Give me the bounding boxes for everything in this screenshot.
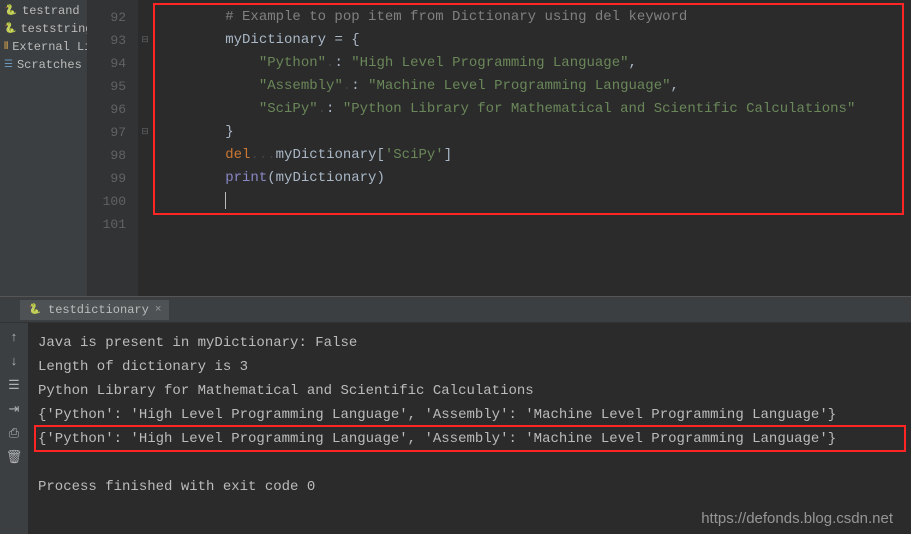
project-item-label: teststring bbox=[20, 22, 88, 36]
code-line[interactable]: # Example to pop item from Dictionary us… bbox=[158, 6, 911, 29]
fold-marker[interactable]: ⊟ bbox=[138, 121, 152, 144]
line-number: 100 bbox=[88, 190, 138, 213]
project-file-testrand[interactable]: 🐍 testrand bbox=[0, 2, 87, 20]
project-item-label: Scratches a bbox=[17, 58, 88, 72]
line-number: 99 bbox=[88, 167, 138, 190]
print-icon[interactable]: ⎙ bbox=[6, 425, 22, 441]
line-number: 94 bbox=[88, 52, 138, 75]
code-line[interactable]: print(myDictionary) bbox=[158, 167, 911, 190]
soft-wrap-icon[interactable]: ☰ bbox=[6, 377, 22, 393]
fold-marker bbox=[138, 167, 152, 190]
console-line: Python Library for Mathematical and Scie… bbox=[38, 379, 901, 403]
line-number: 101 bbox=[88, 213, 138, 236]
fold-marker[interactable]: ⊟ bbox=[138, 29, 152, 52]
fold-marker bbox=[138, 6, 152, 29]
project-item-label: External Lib bbox=[12, 40, 88, 54]
run-tab-testdictionary[interactable]: 🐍 testdictionary × bbox=[20, 300, 169, 320]
code-line[interactable]: myDictionary = { bbox=[158, 29, 911, 52]
project-scratches[interactable]: ☰ Scratches a bbox=[0, 56, 87, 74]
fold-marker bbox=[138, 144, 152, 167]
python-file-icon: 🐍 bbox=[28, 303, 42, 317]
line-number: 93 bbox=[88, 29, 138, 52]
run-toolbar: ↑ ↓ ☰ ⇥ ⎙ 🗑 bbox=[0, 323, 28, 534]
down-icon[interactable]: ↓ bbox=[6, 353, 22, 369]
scroll-to-end-icon[interactable]: ⇥ bbox=[6, 401, 22, 417]
run-panel-header: 🐍 testdictionary × bbox=[0, 297, 911, 323]
code-line[interactable]: del...myDictionary['SciPy'] bbox=[158, 144, 911, 167]
close-icon[interactable]: × bbox=[155, 304, 162, 316]
console-line: Java is present in myDictionary: False bbox=[38, 331, 901, 355]
console-line: {'Python': 'High Level Programming Langu… bbox=[38, 403, 901, 427]
code-line[interactable]: "Assembly".: "Machine Level Programming … bbox=[158, 75, 911, 98]
fold-marker bbox=[138, 213, 152, 236]
python-file-icon: 🐍 bbox=[4, 4, 18, 18]
code-content[interactable]: # Example to pop item from Dictionary us… bbox=[152, 0, 911, 236]
console-line: {'Python': 'High Level Programming Langu… bbox=[38, 427, 901, 451]
code-line[interactable] bbox=[158, 213, 911, 236]
project-item-label: testrand bbox=[22, 4, 80, 18]
code-line[interactable]: } bbox=[158, 121, 911, 144]
fold-marker bbox=[138, 52, 152, 75]
code-editor[interactable]: 9293949596979899100101 ⊟⊟ # Example to p… bbox=[88, 0, 911, 296]
console-line: Process finished with exit code 0 bbox=[38, 475, 901, 499]
console-output[interactable]: Java is present in myDictionary: FalseLe… bbox=[28, 323, 911, 534]
line-number: 95 bbox=[88, 75, 138, 98]
code-line[interactable]: "Python".: "High Level Programming Langu… bbox=[158, 52, 911, 75]
up-icon[interactable]: ↑ bbox=[6, 329, 22, 345]
scratch-icon: ☰ bbox=[4, 58, 13, 72]
line-number: 92 bbox=[88, 6, 138, 29]
project-file-teststring[interactable]: 🐍 teststring bbox=[0, 20, 87, 38]
code-line[interactable]: "SciPy".: "Python Library for Mathematic… bbox=[158, 98, 911, 121]
line-number: 97 bbox=[88, 121, 138, 144]
fold-marker bbox=[138, 75, 152, 98]
project-external-libraries[interactable]: ⫴ External Lib bbox=[0, 38, 87, 56]
console-line bbox=[38, 451, 901, 475]
line-number: 98 bbox=[88, 144, 138, 167]
fold-column[interactable]: ⊟⊟ bbox=[138, 0, 152, 296]
trash-icon[interactable]: 🗑 bbox=[6, 449, 22, 465]
project-tree[interactable]: 🐍 testrand 🐍 teststring ⫴ External Lib ☰… bbox=[0, 0, 88, 296]
watermark: https://defonds.blog.csdn.net bbox=[701, 510, 893, 527]
code-line[interactable] bbox=[158, 190, 911, 213]
fold-marker bbox=[138, 190, 152, 213]
line-number: 96 bbox=[88, 98, 138, 121]
console-line: Length of dictionary is 3 bbox=[38, 355, 901, 379]
run-tab-label: testdictionary bbox=[48, 303, 149, 317]
library-icon: ⫴ bbox=[4, 40, 8, 54]
fold-marker bbox=[138, 98, 152, 121]
python-file-icon: 🐍 bbox=[4, 22, 16, 36]
gutter: 9293949596979899100101 bbox=[88, 0, 138, 296]
